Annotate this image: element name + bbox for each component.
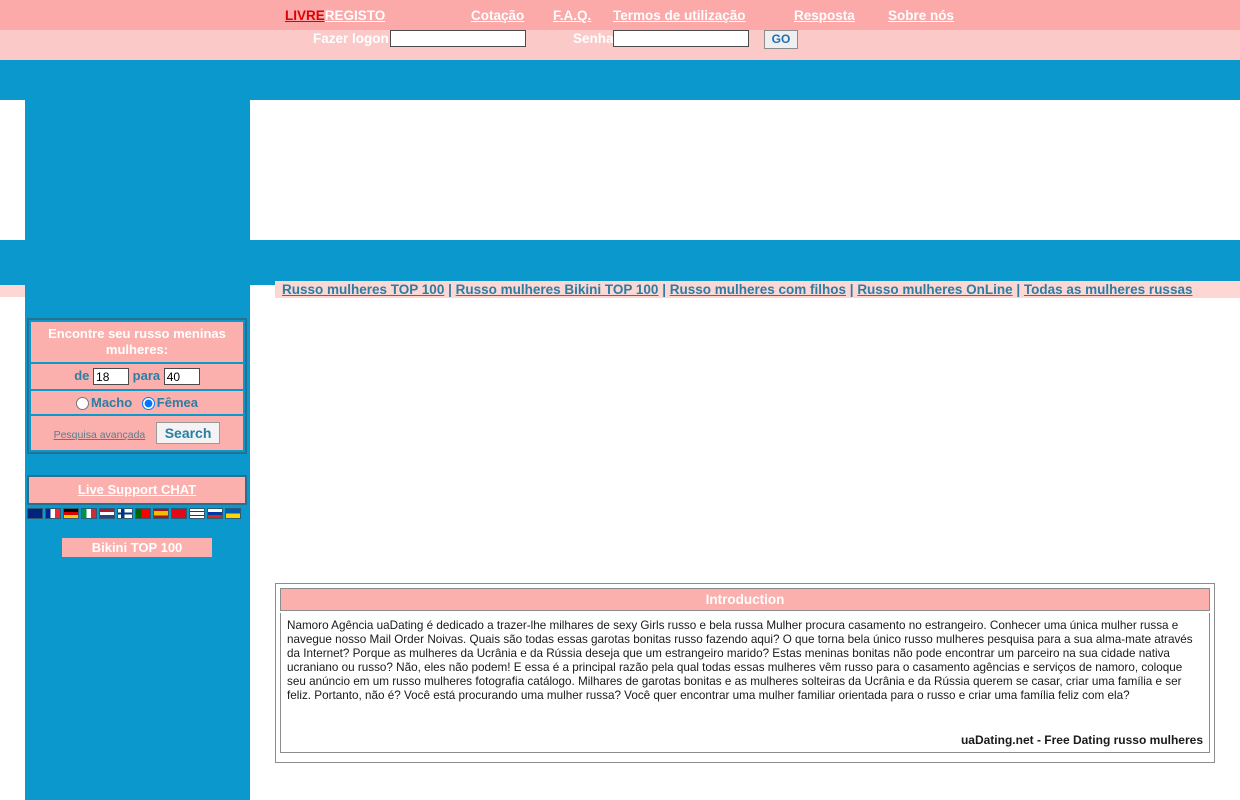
sidebar-search-panel: Encontre seu russo meninas mulheres: de … xyxy=(27,318,247,455)
gender-female-option[interactable]: Fêmea xyxy=(141,395,198,411)
flag-israel-icon[interactable] xyxy=(189,508,205,519)
bikini-top-100-button[interactable]: Bikini TOP 100 xyxy=(62,538,212,557)
main-advertisement-area[interactable] xyxy=(275,298,1240,573)
search-gender-row: Macho Fêmea xyxy=(31,391,243,415)
flag-netherlands-icon[interactable] xyxy=(99,508,115,519)
flag-portugal-icon[interactable] xyxy=(135,508,151,519)
link-todas[interactable]: Todas as mulheres russas xyxy=(1024,282,1193,297)
search-panel-title: Encontre seu russo meninas mulheres: xyxy=(31,322,243,362)
blue-banner-strip-middle xyxy=(0,240,1240,285)
gender-female-radio[interactable] xyxy=(141,397,155,411)
site-logo[interactable]: LIVREREGISTO xyxy=(285,7,385,25)
search-submit-row: Pesquisa avançada Search xyxy=(31,416,243,451)
advanced-search-link[interactable]: Pesquisa avançada xyxy=(54,429,146,441)
gender-male-label: Macho xyxy=(91,395,133,411)
introduction-box: Introduction Namoro Agência uaDating é d… xyxy=(275,583,1215,763)
live-support-chat-link[interactable]: Live Support CHAT xyxy=(78,482,196,497)
introduction-title: Introduction xyxy=(280,588,1210,611)
link-separator: | xyxy=(444,282,456,297)
link-separator: | xyxy=(846,282,858,297)
logo-livre-text[interactable]: LIVRE xyxy=(285,8,325,23)
link-bikini-top-100[interactable]: Russo mulheres Bikini TOP 100 xyxy=(456,282,659,297)
introduction-body: Namoro Agência uaDating é dedicado a tra… xyxy=(280,613,1210,753)
nav-faq[interactable]: F.A.Q. xyxy=(553,8,591,23)
age-from-label: de xyxy=(74,368,90,383)
search-age-range-row: de para xyxy=(31,364,243,390)
flag-spain-icon[interactable] xyxy=(153,508,169,519)
flag-germany-icon[interactable] xyxy=(63,508,79,519)
login-username-input[interactable] xyxy=(390,30,526,47)
flag-uk-icon[interactable] xyxy=(27,508,43,519)
login-password-input[interactable] xyxy=(613,30,749,47)
gender-female-label: Fêmea xyxy=(156,395,198,411)
age-to-label: para xyxy=(132,368,161,383)
top-navigation-bar: LIVREREGISTO Cotação F.A.Q. Termos de ut… xyxy=(0,0,1240,30)
age-from-input[interactable] xyxy=(93,368,130,386)
link-online[interactable]: Russo mulheres OnLine xyxy=(857,282,1012,297)
category-links-bar: Russo mulheres TOP 100 | Russo mulheres … xyxy=(275,281,1240,298)
link-com-filhos[interactable]: Russo mulheres com filhos xyxy=(670,282,846,297)
gender-male-option[interactable]: Macho xyxy=(76,395,133,411)
gender-male-radio[interactable] xyxy=(76,397,89,411)
live-support-chat-box[interactable]: Live Support CHAT xyxy=(27,475,247,505)
language-flag-row xyxy=(27,507,247,520)
login-password-label: Senha xyxy=(573,31,614,46)
flag-russia-icon[interactable] xyxy=(207,508,223,519)
introduction-footer: uaDating.net - Free Dating russo mulhere… xyxy=(960,733,1203,747)
flag-italy-icon[interactable] xyxy=(81,508,97,519)
page-footer-spacer xyxy=(250,763,1240,800)
nav-resposta[interactable]: Resposta xyxy=(794,8,855,23)
login-username-label: Fazer logon xyxy=(313,31,389,46)
link-separator: | xyxy=(658,282,670,297)
age-to-input[interactable] xyxy=(163,368,200,386)
nav-termos[interactable]: Termos de utilização xyxy=(613,8,746,23)
nav-cotacao[interactable]: Cotação xyxy=(471,8,524,23)
flag-turkey-icon[interactable] xyxy=(171,508,187,519)
introduction-paragraph: Namoro Agência uaDating é dedicado a tra… xyxy=(287,619,1193,702)
top-advertisement-banner[interactable] xyxy=(275,100,1240,240)
link-top-100[interactable]: Russo mulheres TOP 100 xyxy=(282,282,444,297)
flag-ukraine-icon[interactable] xyxy=(225,508,241,519)
flag-finland-icon[interactable] xyxy=(117,508,133,519)
page-root: LIVREREGISTO Cotação F.A.Q. Termos de ut… xyxy=(0,0,1240,800)
search-button[interactable]: Search xyxy=(155,422,221,445)
pink-divider-sliver xyxy=(0,285,25,297)
flag-france-icon[interactable] xyxy=(45,508,61,519)
logo-registo-text[interactable]: REGISTO xyxy=(325,8,386,23)
nav-sobre-nos[interactable]: Sobre nós xyxy=(888,8,954,23)
login-go-button[interactable]: GO xyxy=(764,30,798,49)
link-separator: | xyxy=(1012,282,1024,297)
